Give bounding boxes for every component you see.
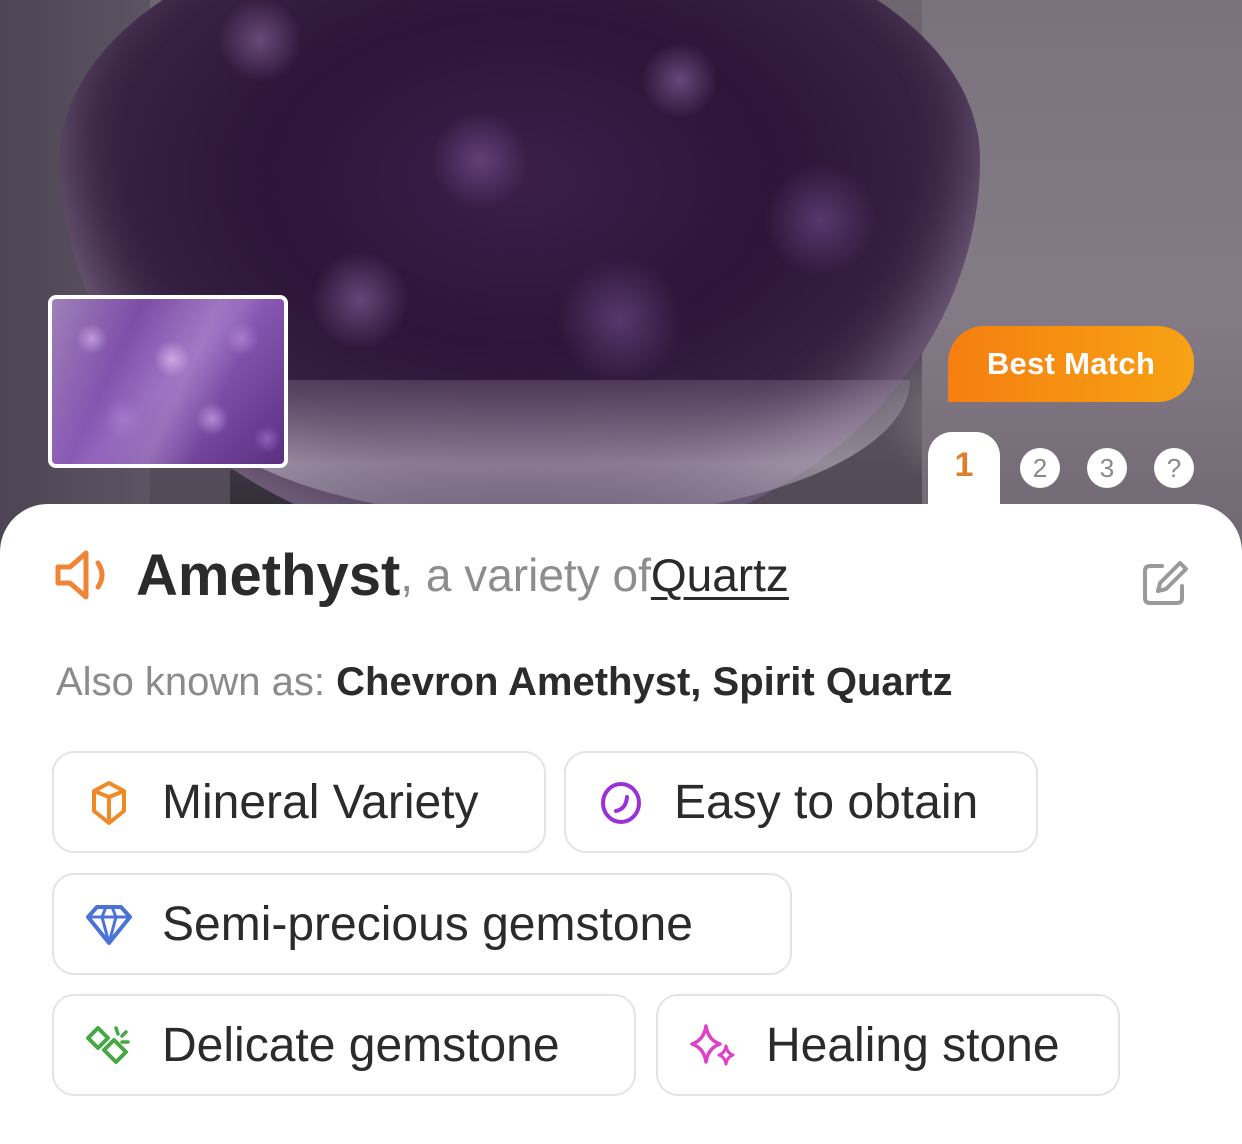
result-tab-unknown[interactable]: ? (1154, 448, 1194, 488)
tag-delicate-gemstone[interactable]: Delicate gemstone (52, 994, 636, 1096)
variety-text: , a variety of (400, 549, 651, 601)
result-tab-3[interactable]: 3 (1087, 448, 1127, 488)
pebble-icon (601, 782, 641, 824)
tag-label: Healing stone (766, 1018, 1060, 1072)
title-row: Amethyst, a variety of Quartz (54, 540, 789, 610)
parent-mineral-link[interactable]: Quartz (651, 548, 789, 602)
user-photo-thumbnail[interactable] (48, 295, 288, 468)
edit-icon[interactable] (1140, 558, 1190, 608)
best-match-badge: Best Match (948, 326, 1194, 402)
aka-values: Chevron Amethyst, Spirit Quartz (336, 660, 953, 704)
broken-gem-icon (86, 1026, 130, 1064)
sparkle-icon (690, 1024, 735, 1066)
tag-semi-precious-gemstone[interactable]: Semi-precious gemstone (52, 873, 792, 975)
stone-name: Amethyst (136, 542, 401, 608)
tag-label: Delicate gemstone (162, 1018, 560, 1072)
tag-label: Mineral Variety (162, 775, 479, 829)
crystal-icon (92, 781, 126, 825)
speaker-icon[interactable] (54, 547, 120, 603)
result-tab-2[interactable]: 2 (1020, 448, 1060, 488)
also-known-as: Also known as: Chevron Amethyst, Spirit … (56, 660, 953, 705)
result-tab-1[interactable]: 1 (928, 432, 1000, 522)
tag-label: Easy to obtain (674, 775, 979, 829)
aka-label: Also known as: (56, 660, 337, 704)
diamond-icon (86, 905, 132, 945)
tag-label: Semi-precious gemstone (162, 897, 693, 951)
tag-healing-stone[interactable]: Healing stone (656, 994, 1120, 1096)
tag-easy-to-obtain[interactable]: Easy to obtain (564, 751, 1038, 853)
thumbnail-shine (52, 299, 284, 464)
tag-mineral-variety[interactable]: Mineral Variety (52, 751, 546, 853)
